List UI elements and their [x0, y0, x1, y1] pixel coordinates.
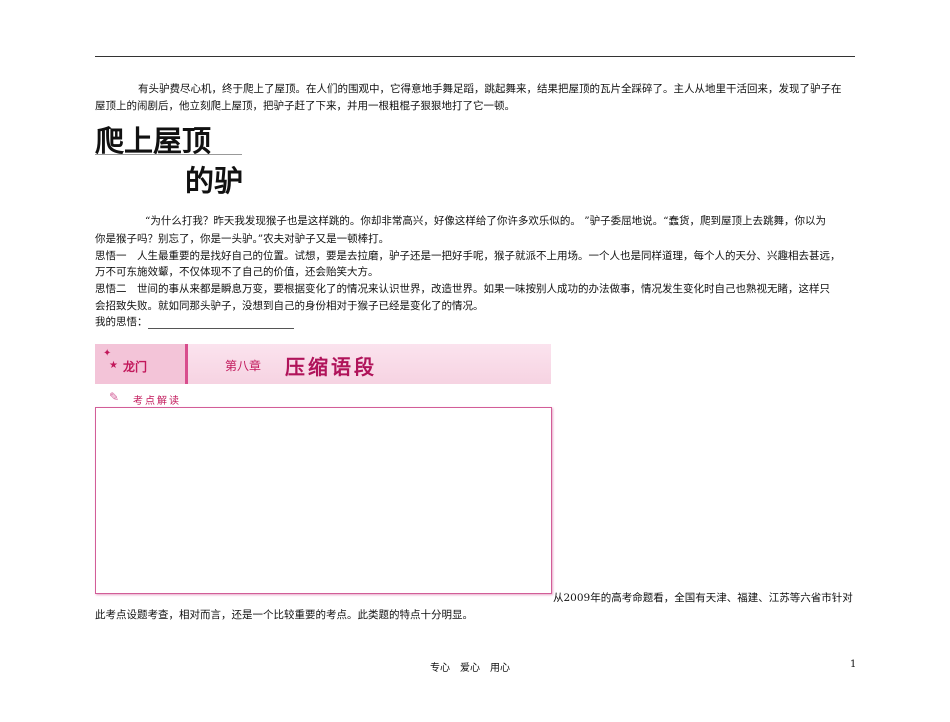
body-line: 万不可东施效颦，不仅体现不了自己的价值，还会贻笑大方。: [95, 266, 379, 278]
my-thoughts: 我的思悟：: [95, 315, 294, 329]
title-underline: [95, 154, 242, 155]
after-line: 从2009年的高考命题看，全国有天津、福建、江苏等六省市针对: [553, 592, 853, 604]
intro-line: 有头驴费尽心机，终于爬上了屋顶。在人们的围观中，它得意地手舞足蹈，跳起舞来，结果…: [138, 83, 842, 95]
body-line: 你是猴子吗？别忘了，你是一头驴。”农夫对驴子又是一顿棒打。: [95, 233, 390, 245]
title-line-2: 的驴: [185, 164, 244, 198]
content-box: [95, 407, 552, 594]
document-page: 有头驴费尽心机，终于爬上了屋顶。在人们的围观中，它得意地手舞足蹈，跳起舞来，结果…: [0, 0, 950, 722]
intro-line: 屋顶上的闹剧后，他立刻爬上屋顶，把驴子赶了下来，并用一根粗棍子狠狠地打了它一顿。: [95, 100, 515, 112]
after-line: 此考点设题考查，相对而言，还是一个比较重要的考点。此类题的特点十分明显。: [95, 609, 473, 621]
my-thoughts-label: 我的思悟：: [95, 316, 148, 328]
pen-icon: ✎: [109, 390, 120, 404]
page-number: 1: [850, 659, 857, 670]
chapter-banner: ✦ ★ 龙门 第八章 压缩语段: [95, 344, 551, 384]
chapter-title: 压缩语段: [285, 355, 377, 379]
logo: ✦ ★ 龙门: [95, 344, 188, 384]
chapter-label: 第八章: [225, 359, 262, 373]
header-rule: [95, 56, 855, 57]
section-title: 考点解读: [133, 396, 181, 407]
body-line: 思悟二 世间的事从来都是瞬息万变，要根据变化了的情况来认识世界，改造世界。如果一…: [95, 283, 830, 295]
star-icon: ★: [109, 360, 118, 371]
body-line: 会招致失败。就如同那头驴子，没想到自己的身份相对于猴子已经是变化了的情况。: [95, 300, 484, 312]
star-icon: ✦: [103, 348, 112, 359]
logo-text: 龙门: [123, 360, 148, 374]
body-line: 思悟一 人生最重要的是找好自己的位置。试想，要是去拉磨，驴子还是一把好手呢，猴子…: [95, 250, 841, 262]
answer-blank: [147, 318, 294, 329]
footer-text: 专心 爱心 用心: [430, 663, 510, 674]
body-line: “为什么打我？昨天我发现猴子也是这样跳的。你却非常高兴，好像这样给了你许多欢乐似…: [145, 215, 826, 227]
section-header: ✎ 考点解读: [95, 390, 551, 407]
